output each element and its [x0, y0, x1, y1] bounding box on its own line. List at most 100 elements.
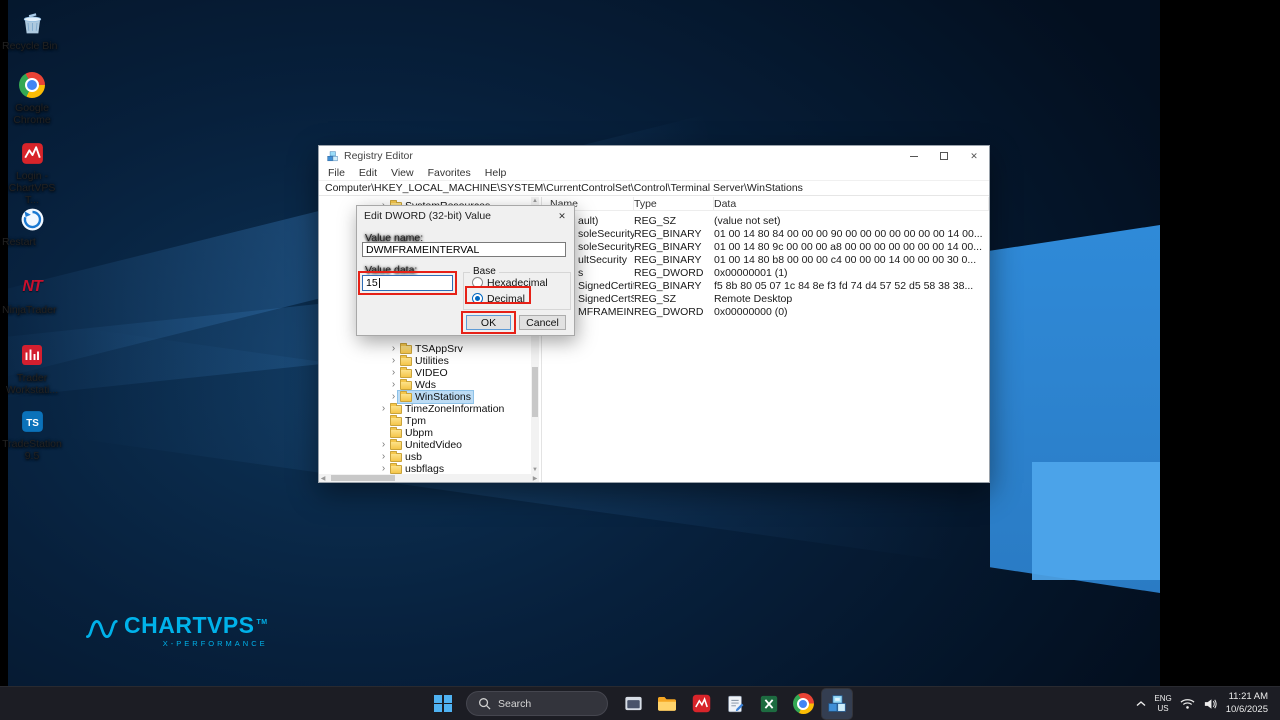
desktop-icon-trader-workstation[interactable]: Trader Workstati... — [0, 340, 64, 370]
language-line2: US — [1154, 704, 1171, 714]
taskbar-search[interactable]: Search — [466, 691, 608, 716]
value-data-field[interactable]: 15 — [362, 275, 453, 291]
tree-node[interactable]: VIDEO — [398, 367, 450, 379]
taskbar-app-notepad[interactable] — [720, 689, 750, 719]
chartvps-login-icon — [0, 138, 64, 168]
expand-chevron-icon[interactable]: › — [379, 439, 388, 451]
expand-chevron-icon[interactable]: › — [389, 367, 398, 379]
desktop-icon-tradestation[interactable]: TSTradeStation 9.5 — [0, 406, 64, 436]
taskbar-app-app-window[interactable] — [618, 689, 648, 719]
value-type: REG_BINARY — [634, 280, 714, 292]
tree-item-VIDEO[interactable]: ›VIDEO — [319, 367, 531, 379]
folder-icon — [400, 369, 412, 378]
desktop-icon-ninjatrader[interactable]: NTNinjaTrader — [0, 272, 64, 302]
registry-value-row[interactable]: soleSecurity...REG_BINARY01 00 14 80 9c … — [542, 240, 989, 253]
menu-view[interactable]: View — [384, 167, 421, 179]
scroll-up-arrow[interactable]: ▲ — [531, 197, 539, 205]
registry-value-row[interactable]: ault)REG_SZ(value not set) — [542, 214, 989, 227]
expand-chevron-icon[interactable]: › — [389, 379, 398, 391]
tree-node[interactable]: Ubpm — [388, 427, 435, 439]
value-type: REG_SZ — [634, 293, 714, 305]
expand-chevron-icon[interactable]: › — [389, 355, 398, 367]
taskbar-app-chartvps-app[interactable] — [686, 689, 716, 719]
folder-icon — [390, 417, 402, 426]
tree-item-Tpm[interactable]: Tpm — [319, 415, 531, 427]
value-name-field[interactable]: DWMFRAMEINTERVAL — [362, 242, 566, 257]
tree-item-Utilities[interactable]: ›Utilities — [319, 355, 531, 367]
tray-chevron-up-icon[interactable] — [1136, 700, 1146, 708]
dialog-titlebar[interactable]: Edit DWORD (32-bit) Value — [357, 206, 574, 226]
tree-item-label: TimeZoneInformation — [405, 403, 504, 415]
registry-value-row[interactable]: MFRAMEINT...REG_DWORD0x00000000 (0) — [542, 305, 989, 318]
expand-chevron-icon[interactable]: › — [379, 403, 388, 415]
taskbar-apps — [618, 689, 852, 719]
ok-button[interactable]: OK — [466, 315, 511, 330]
tree-item-UnitedVideo[interactable]: ›UnitedVideo — [319, 439, 531, 451]
tree-item-usbflags[interactable]: ›usbflags — [319, 463, 531, 474]
folder-icon — [400, 381, 412, 390]
taskbar-app-excel[interactable] — [754, 689, 784, 719]
registry-value-row[interactable]: SignedCertSt...REG_SZRemote Desktop — [542, 292, 989, 305]
tree-item-WinStations[interactable]: ›WinStations — [319, 391, 531, 403]
tree-horizontal-scrollbar[interactable]: ◀ ▶ — [319, 474, 539, 482]
taskbar-app-chrome[interactable] — [788, 689, 818, 719]
desktop-icon-chartvps-login[interactable]: Login - ChartVPS T... — [0, 138, 64, 168]
cancel-button[interactable]: Cancel — [519, 315, 566, 330]
close-button[interactable]: ✕ — [959, 146, 989, 166]
vertical-scrollbar-thumb[interactable] — [532, 367, 538, 417]
tree-node[interactable]: UnitedVideo — [388, 439, 464, 451]
menu-edit[interactable]: Edit — [352, 167, 384, 179]
address-bar[interactable]: Computer\HKEY_LOCAL_MACHINE\SYSTEM\Curre… — [319, 181, 989, 196]
column-header-type[interactable]: Type — [634, 197, 714, 210]
expand-chevron-icon[interactable]: › — [379, 463, 388, 474]
tree-item-TimeZoneInformation[interactable]: › TimeZoneInformation — [319, 403, 531, 415]
folder-icon — [390, 465, 402, 474]
registry-value-row[interactable]: sREG_DWORD0x00000001 (1) — [542, 266, 989, 279]
value-type: REG_BINARY — [634, 241, 714, 253]
desktop-icon-chrome[interactable]: Google Chrome — [0, 70, 64, 100]
menu-favorites[interactable]: Favorites — [421, 167, 478, 179]
desktop-icon-restart[interactable]: Restart — [0, 204, 64, 234]
window-titlebar[interactable]: Registry Editor ✕ — [319, 146, 989, 166]
expand-chevron-icon[interactable]: › — [389, 391, 398, 403]
decimal-radio[interactable]: Decimal — [472, 292, 570, 305]
start-button[interactable] — [428, 689, 458, 719]
tree-node[interactable]: Wds — [398, 379, 438, 391]
scroll-right-arrow[interactable]: ▶ — [531, 475, 539, 482]
taskbar-app-registry-editor[interactable] — [822, 689, 852, 719]
clock[interactable]: 11:21 AM 10/6/2025 — [1226, 691, 1268, 716]
registry-value-row[interactable]: soleSecurityREG_BINARY01 00 14 80 84 00 … — [542, 227, 989, 240]
minimize-button[interactable] — [899, 146, 929, 166]
tree-item-Wds[interactable]: ›Wds — [319, 379, 531, 391]
volume-icon[interactable] — [1203, 698, 1218, 710]
tree-node[interactable]: WinStations — [398, 391, 473, 403]
taskbar-app-file-explorer[interactable] — [652, 689, 682, 719]
expand-chevron-icon[interactable]: › — [379, 451, 388, 463]
hexadecimal-radio[interactable]: Hexadecimal — [472, 276, 570, 289]
tree-item-usb[interactable]: ›usb — [319, 451, 531, 463]
tree-item-TSAppSrv[interactable]: ›TSAppSrv — [319, 343, 531, 355]
scroll-left-arrow[interactable]: ◀ — [319, 475, 327, 482]
tree-node[interactable]: TSAppSrv — [398, 343, 465, 355]
registry-values-pane: Name Type Data ault)REG_SZ(value not set… — [541, 197, 989, 482]
tree-node[interactable]: Tpm — [388, 415, 428, 427]
maximize-button[interactable] — [929, 146, 959, 166]
horizontal-scrollbar-thumb[interactable] — [331, 475, 395, 481]
scroll-down-arrow[interactable]: ▼ — [531, 466, 539, 474]
registry-value-row[interactable]: SignedCertifi...REG_BINARYf5 8b 80 05 07… — [542, 279, 989, 292]
tree-node[interactable]: usbflags — [388, 463, 446, 474]
dialog-close-button[interactable]: ✕ — [555, 210, 569, 223]
column-header-data[interactable]: Data — [714, 197, 989, 210]
network-icon[interactable] — [1180, 698, 1195, 710]
maximize-icon — [940, 152, 948, 160]
tree-item-Ubpm[interactable]: Ubpm — [319, 427, 531, 439]
tree-node[interactable]: Utilities — [398, 355, 451, 367]
language-indicator[interactable]: ENG US — [1154, 694, 1171, 714]
menu-file[interactable]: File — [321, 167, 352, 179]
desktop-icon-recycle-bin[interactable]: Recycle Bin — [0, 8, 64, 38]
expand-chevron-icon[interactable]: › — [389, 343, 398, 355]
tree-node[interactable]: usb — [388, 451, 424, 463]
registry-value-row[interactable]: ultSecurityREG_BINARY01 00 14 80 b8 00 0… — [542, 253, 989, 266]
menu-help[interactable]: Help — [478, 167, 514, 179]
tree-node[interactable]: TimeZoneInformation — [388, 403, 506, 415]
